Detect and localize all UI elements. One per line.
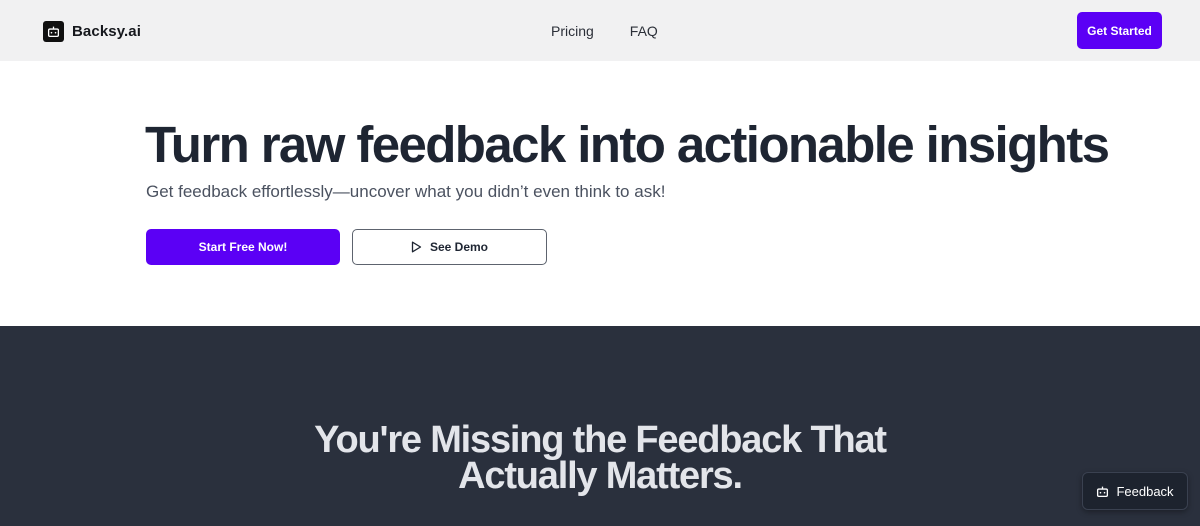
section-title-line-1: You're Missing the Feedback That	[314, 419, 887, 461]
see-demo-button[interactable]: See Demo	[352, 229, 547, 265]
nav-link-faq[interactable]: FAQ	[630, 23, 658, 39]
site-header: Backsy.ai Pricing FAQ Get Started	[0, 0, 1200, 61]
section-title-line-2: Actually Matters.	[458, 455, 743, 497]
hero-title: Turn raw feedback into actionable insigh…	[145, 116, 1110, 173]
robot-face-icon	[1096, 485, 1109, 498]
see-demo-label: See Demo	[429, 240, 489, 254]
feedback-widget-button[interactable]: Feedback	[1082, 472, 1188, 510]
brand-name: Backsy.ai	[72, 22, 142, 40]
robot-face-icon	[43, 20, 64, 42]
nav-link-pricing[interactable]: Pricing	[551, 23, 594, 39]
section-title: You're Missing the Feedback That Actuall…	[0, 419, 1200, 497]
main-nav: Pricing FAQ	[551, 0, 694, 61]
problem-section: You're Missing the Feedback That Actuall…	[0, 326, 1200, 526]
hero-subtitle: Get feedback effortlessly—uncover what y…	[146, 182, 666, 201]
play-icon	[411, 241, 422, 253]
brand-link[interactable]: Backsy.ai	[43, 20, 141, 42]
get-started-button[interactable]: Get Started	[1077, 12, 1162, 49]
start-free-button[interactable]: Start Free Now!	[146, 229, 340, 265]
feedback-widget-label: Feedback	[1116, 483, 1174, 499]
